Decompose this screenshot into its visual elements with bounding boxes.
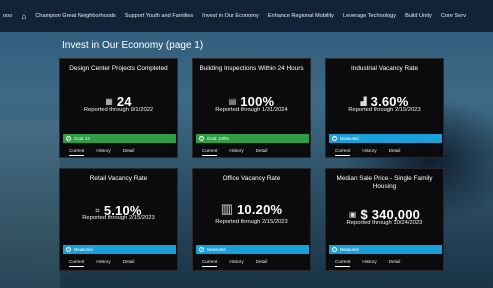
status-bar: ✓ Goal: 24 [63, 134, 176, 143]
arrow-right-icon: › [199, 247, 204, 252]
nav-item-core-services[interactable]: Core Serv [441, 13, 466, 19]
status-label: Measured [340, 247, 359, 252]
kpi-value: 10.20% [237, 201, 283, 217]
reported-date: Reported through 1/31/2024 [215, 107, 288, 113]
status-label: Goal: 100% [207, 136, 229, 141]
nav-item-unity[interactable]: Build Unity [405, 13, 432, 19]
check-icon: ✓ [66, 136, 71, 141]
status-bar: ✓ Goal: 100% [196, 134, 309, 143]
inspection-icon: ▤ [228, 97, 237, 106]
card-tabs: Current History Detail [69, 148, 134, 156]
tab-detail[interactable]: Detail [256, 259, 268, 267]
tab-current[interactable]: Current [335, 259, 351, 267]
arrow-right-icon: › [332, 136, 337, 141]
card-title: Design Center Projects Completed [69, 65, 168, 72]
kpi-card-median-sale-price: Median Sale Price - Single Family Housin… [325, 168, 444, 271]
reported-date: Reported through 10/24/2023 [346, 220, 423, 226]
status-label: Measured [340, 136, 359, 141]
tab-history[interactable]: History [229, 259, 243, 267]
home-icon[interactable]: ⌂ [21, 12, 26, 21]
reported-date: Reported through 9/1/2022 [83, 107, 154, 113]
tab-current[interactable]: Current [335, 148, 351, 156]
nav-item-partial[interactable]: ooo [3, 13, 12, 19]
nav-item-mobility[interactable]: Enhance Regional Mobility [268, 13, 334, 19]
nav-item-youth[interactable]: Support Youth and Families [125, 13, 193, 19]
status-label: Measured [207, 247, 226, 252]
tab-history[interactable]: History [96, 148, 110, 156]
card-tabs: Current History Detail [335, 148, 400, 156]
kpi-card-office-vacancy: Office Vacancy Rate ▥ 10.20% Reported th… [192, 168, 311, 271]
retail-icon: ⌗ [95, 205, 100, 215]
kpi-card-industrial-vacancy: Industrial Vacancy Rate ▟ 3.60% Reported… [325, 58, 444, 158]
house-icon: ▣ [348, 210, 357, 219]
top-navigation: ooo ⌂ Champion Great Neighborhoods Suppo… [0, 0, 493, 32]
reported-date: Reported through 2/15/2023 [215, 219, 288, 225]
arrow-right-icon: › [66, 247, 71, 252]
building-icon: ▦ [105, 97, 113, 106]
card-tabs: Current History Detail [335, 259, 400, 267]
status-bar: › Measured [196, 245, 309, 254]
arrow-right-icon: › [332, 247, 337, 252]
card-tabs: Current History Detail [202, 259, 267, 267]
nav-item-economy[interactable]: Invest in Our Economy [202, 13, 259, 19]
card-tabs: Current History Detail [202, 148, 267, 156]
kpi-card-design-center: Design Center Projects Completed ▦ 24 Re… [59, 58, 178, 158]
status-label: Goal: 24 [74, 136, 90, 141]
page-title: Invest in Our Economy (page 1) [62, 40, 204, 51]
nav-item-neighborhoods[interactable]: Champion Great Neighborhoods [35, 13, 116, 19]
office-building-icon: ▥ [220, 201, 233, 216]
status-bar: › Measured [329, 134, 442, 143]
kpi-card-retail-vacancy: Retail Vacancy Rate ⌗ 5.10% Reported thr… [59, 168, 178, 271]
kpi-card-building-inspections: Building Inspections Within 24 Hours ▤ 1… [192, 58, 311, 158]
tab-history[interactable]: History [229, 148, 243, 156]
tab-current[interactable]: Current [202, 148, 218, 156]
card-title: Office Vacancy Rate [222, 175, 281, 182]
card-title: Retail Vacancy Rate [89, 175, 148, 182]
tab-detail[interactable]: Detail [389, 148, 401, 156]
tab-history[interactable]: History [362, 259, 376, 267]
tab-current[interactable]: Current [69, 148, 85, 156]
chart-icon: ▟ [360, 97, 367, 106]
card-title: Building Inspections Within 24 Hours [199, 65, 304, 72]
tab-history[interactable]: History [96, 259, 110, 267]
tab-current[interactable]: Current [202, 259, 218, 267]
tab-detail[interactable]: Detail [256, 148, 268, 156]
check-icon: ✓ [199, 136, 204, 141]
status-bar: › Measured [329, 245, 442, 254]
nav-item-technology[interactable]: Leverage Technology [343, 13, 396, 19]
status-label: Measured [74, 247, 93, 252]
card-tabs: Current History Detail [69, 259, 134, 267]
card-title: Median Sale Price - Single Family Housin… [336, 175, 433, 190]
reported-date: Reported through 2/15/2023 [348, 107, 421, 113]
tab-detail[interactable]: Detail [123, 259, 135, 267]
tab-detail[interactable]: Detail [389, 259, 401, 267]
tab-history[interactable]: History [362, 148, 376, 156]
tab-detail[interactable]: Detail [123, 148, 135, 156]
reported-date: Reported through 2/15/2023 [82, 215, 155, 221]
status-bar: › Measured [63, 245, 176, 254]
tab-current[interactable]: Current [69, 259, 85, 267]
card-title: Industrial Vacancy Rate [350, 65, 419, 72]
